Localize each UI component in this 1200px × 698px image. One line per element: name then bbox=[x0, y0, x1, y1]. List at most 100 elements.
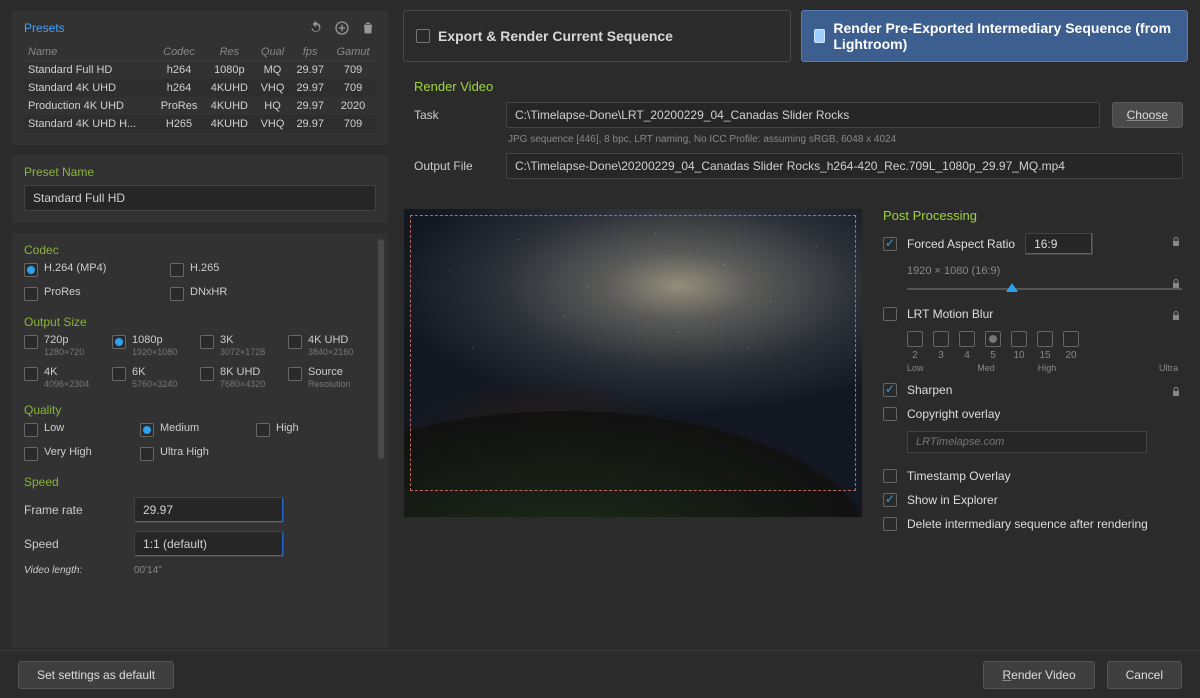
output-file-label: Output File bbox=[414, 159, 494, 173]
add-preset-icon[interactable] bbox=[334, 20, 350, 36]
motion-blur-2[interactable] bbox=[907, 331, 923, 347]
motion-blur-15[interactable] bbox=[1037, 331, 1053, 347]
size-3k-radio[interactable] bbox=[200, 335, 214, 349]
size-720p-radio[interactable] bbox=[24, 335, 38, 349]
preset-name-panel: Preset Name bbox=[12, 155, 388, 223]
aspect-slider[interactable] bbox=[907, 281, 1182, 297]
quality-high-radio[interactable] bbox=[256, 423, 270, 437]
col-qual[interactable]: Qual bbox=[255, 44, 291, 61]
size-6k-radio[interactable] bbox=[112, 367, 126, 381]
tab-export-render[interactable]: Export & Render Current Sequence bbox=[403, 10, 791, 62]
tab-export-checkbox-icon bbox=[416, 29, 430, 43]
forced-aspect-label: Forced Aspect Ratio bbox=[907, 237, 1015, 251]
post-processing-title: Post Processing bbox=[883, 208, 1182, 223]
video-length-value: 00'14" bbox=[134, 565, 162, 576]
footer-bar: Set settings as default Render Video Can… bbox=[0, 650, 1200, 698]
tab-row: Export & Render Current Sequence Render … bbox=[403, 10, 1188, 62]
frame-rate-input[interactable] bbox=[134, 497, 284, 523]
codec-h264-radio[interactable] bbox=[24, 263, 38, 277]
delete-intermediary-check[interactable] bbox=[883, 517, 897, 531]
table-row[interactable]: Standard Full HDh2641080pMQ29.97709 bbox=[24, 61, 376, 80]
motion-blur-4[interactable] bbox=[959, 331, 975, 347]
col-name[interactable]: Name bbox=[24, 44, 154, 61]
motion-blur-5[interactable] bbox=[985, 331, 1001, 347]
col-fps[interactable]: fps bbox=[290, 44, 330, 61]
task-info: JPG sequence [446], 8 bpc, LRT naming, N… bbox=[508, 134, 1183, 145]
render-video-button[interactable]: Render Video bbox=[983, 661, 1094, 689]
frame-rate-label: Frame rate bbox=[24, 503, 122, 517]
presets-panel: Presets Name Codec Res Qual fps Gamut St… bbox=[12, 10, 388, 145]
table-row[interactable]: Production 4K UHDProRes4KUHDHQ29.972020 bbox=[24, 97, 376, 115]
lock-icon bbox=[1170, 235, 1182, 249]
lock-icon bbox=[1170, 309, 1182, 323]
task-label: Task bbox=[414, 108, 494, 122]
motion-blur-check[interactable] bbox=[883, 307, 897, 321]
sharpen-check[interactable] bbox=[883, 383, 897, 397]
speed-field-label: Speed bbox=[24, 537, 122, 551]
size-8kuhd-radio[interactable] bbox=[200, 367, 214, 381]
lock-icon bbox=[1170, 385, 1182, 399]
tab-render-intermediary[interactable]: Render Pre-Exported Intermediary Sequenc… bbox=[801, 10, 1189, 62]
motion-blur-20[interactable] bbox=[1063, 331, 1079, 347]
settings-panel: Codec H.264 (MP4) H.265 ProRes DNxHR Out… bbox=[12, 233, 388, 648]
video-length-label: Video length: bbox=[24, 565, 122, 576]
refresh-icon[interactable] bbox=[308, 20, 324, 36]
app-root: Presets Name Codec Res Qual fps Gamut St… bbox=[0, 0, 1200, 648]
codec-dnxhr-radio[interactable] bbox=[170, 287, 184, 301]
copyright-input[interactable] bbox=[907, 431, 1147, 453]
quality-vhigh-radio[interactable] bbox=[24, 447, 38, 461]
quality-uhigh-radio[interactable] bbox=[140, 447, 154, 461]
choose-button[interactable]: Choose bbox=[1112, 102, 1183, 128]
safe-area-overlay bbox=[410, 215, 856, 491]
speed-input[interactable] bbox=[134, 531, 284, 557]
delete-preset-icon[interactable] bbox=[360, 20, 376, 36]
settings-scrollbar[interactable] bbox=[378, 239, 384, 459]
sharpen-label: Sharpen bbox=[907, 383, 952, 397]
aspect-ratio-input[interactable] bbox=[1025, 233, 1093, 255]
tab-export-label: Export & Render Current Sequence bbox=[438, 28, 673, 44]
table-row[interactable]: Standard 4K UHD H...H2654KUHDVHQ29.97709 bbox=[24, 115, 376, 133]
codec-prores-radio[interactable] bbox=[24, 287, 38, 301]
table-row[interactable]: Standard 4K UHDh2644KUHDVHQ29.97709 bbox=[24, 79, 376, 97]
show-explorer-label: Show in Explorer bbox=[907, 493, 998, 507]
presets-title[interactable]: Presets bbox=[24, 21, 65, 35]
col-res[interactable]: Res bbox=[204, 44, 255, 61]
preset-name-input[interactable] bbox=[24, 185, 376, 211]
quality-label: Quality bbox=[24, 403, 370, 417]
render-video-group: Render Video Task Choose JPG sequence [4… bbox=[403, 72, 1188, 200]
presets-table: Name Codec Res Qual fps Gamut Standard F… bbox=[24, 44, 376, 133]
forced-aspect-check[interactable] bbox=[883, 237, 897, 251]
preset-name-label: Preset Name bbox=[24, 165, 376, 179]
copyright-label: Copyright overlay bbox=[907, 407, 1000, 421]
quality-medium-radio[interactable] bbox=[140, 423, 154, 437]
output-size-label: Output Size bbox=[24, 315, 370, 329]
copyright-check[interactable] bbox=[883, 407, 897, 421]
tab-render-label: Render Pre-Exported Intermediary Sequenc… bbox=[833, 20, 1175, 52]
timestamp-label: Timestamp Overlay bbox=[907, 469, 1011, 483]
size-1080p-radio[interactable] bbox=[112, 335, 126, 349]
codec-h265-radio[interactable] bbox=[170, 263, 184, 277]
motion-blur-3[interactable] bbox=[933, 331, 949, 347]
col-codec[interactable]: Codec bbox=[154, 44, 204, 61]
render-video-title: Render Video bbox=[414, 79, 1183, 94]
output-file-input[interactable] bbox=[506, 153, 1183, 179]
post-processing-panel: Post Processing Forced Aspect Ratio 1920… bbox=[877, 208, 1188, 648]
size-source-radio[interactable] bbox=[288, 367, 302, 381]
quality-low-radio[interactable] bbox=[24, 423, 38, 437]
preview-pane bbox=[403, 208, 863, 518]
delete-intermediary-label: Delete intermediary sequence after rende… bbox=[907, 517, 1148, 531]
right-column: Export & Render Current Sequence Render … bbox=[403, 10, 1188, 648]
codec-label: Codec bbox=[24, 243, 370, 257]
save-default-button[interactable]: Set settings as default bbox=[18, 661, 174, 689]
left-column: Presets Name Codec Res Qual fps Gamut St… bbox=[12, 10, 388, 648]
size-4kuhd-radio[interactable] bbox=[288, 335, 302, 349]
size-4k-radio[interactable] bbox=[24, 367, 38, 381]
aspect-slider-thumb[interactable] bbox=[1006, 283, 1018, 292]
col-gamut[interactable]: Gamut bbox=[330, 44, 376, 61]
task-input[interactable] bbox=[506, 102, 1100, 128]
timestamp-check[interactable] bbox=[883, 469, 897, 483]
motion-blur-10[interactable] bbox=[1011, 331, 1027, 347]
show-explorer-check[interactable] bbox=[883, 493, 897, 507]
cancel-button[interactable]: Cancel bbox=[1107, 661, 1182, 689]
motion-blur-label: LRT Motion Blur bbox=[907, 307, 993, 321]
